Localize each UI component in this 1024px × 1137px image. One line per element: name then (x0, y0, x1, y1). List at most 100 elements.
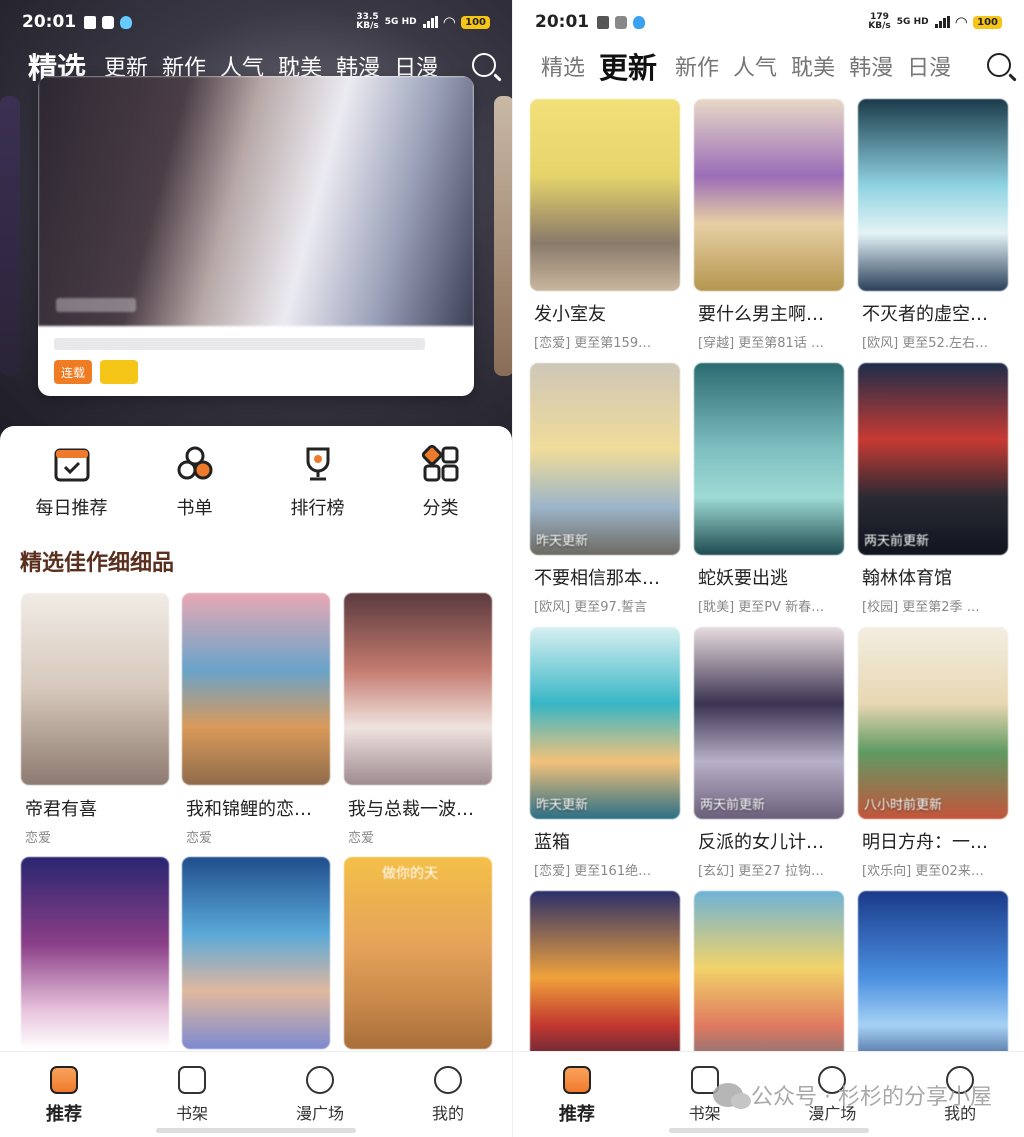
update-badge: 昨天更新 (536, 534, 589, 549)
comic-title: 我和锦鲤的恋… (186, 799, 312, 820)
quick-actions: 每日推荐 书单 排行榜 分类 (0, 444, 512, 520)
comic-card[interactable]: 蛇妖要出逃 [耽美] 更至PV 新春… (694, 363, 844, 615)
cover-title-text: 做你的天 (382, 866, 438, 882)
comic-cover (344, 593, 492, 785)
comic-card[interactable]: 我与总裁一波… 恋爱 (344, 593, 492, 846)
nav-plaza[interactable]: 漫广场 (275, 1066, 365, 1137)
notification-icon (84, 15, 97, 29)
notification-icon (597, 15, 610, 29)
bookshelf-icon (178, 1066, 206, 1094)
comic-card[interactable]: 做你的天 (344, 857, 492, 1049)
comic-cover: 昨天更新 (530, 627, 680, 819)
tab-new[interactable]: 新作 (675, 50, 719, 82)
comic-card[interactable]: 不灭者的虚空… [欧风] 更至52.左右… (858, 99, 1008, 351)
comic-title: 帝君有喜 (25, 799, 97, 820)
calendar-check-icon (52, 444, 92, 484)
comic-title: 我与总裁一波… (348, 799, 474, 820)
comic-cover (694, 363, 844, 555)
trophy-icon (298, 444, 338, 484)
nav-bookshelf[interactable]: 书架 (147, 1066, 237, 1137)
comic-title: 发小室友 (534, 304, 606, 325)
comic-card[interactable]: 昨天更新 不要相信那本… [欧风] 更至97.誓言 (530, 363, 680, 615)
update-badge: 两天前更新 (700, 798, 766, 813)
comic-card[interactable]: 帝君有喜 恋爱 (21, 593, 169, 846)
comic-update-info: [欧风] 更至52.左右… (862, 336, 988, 351)
comic-card[interactable]: 要什么男主啊… [穿越] 更至第81话 … (694, 99, 844, 351)
tab-selected[interactable]: 精选 (541, 50, 585, 82)
tab-update[interactable]: 更新 (599, 45, 657, 87)
battery-badge: 100 (461, 15, 490, 29)
comic-title: 要什么男主啊… (698, 304, 824, 325)
signal-icon (422, 16, 438, 28)
tab-japanese[interactable]: 日漫 (907, 50, 951, 82)
comic-title: 蛇妖要出逃 (698, 568, 788, 589)
update-badge: 八小时前更新 (864, 798, 943, 813)
status-time: 20:01 (535, 12, 590, 32)
comic-title: 翰林体育馆 (862, 568, 952, 589)
comic-cover (182, 593, 330, 785)
banner-artwork (38, 76, 474, 326)
wechat-watermark: 公众号 · 杉杉的分享小屋 (713, 1079, 992, 1111)
comic-card[interactable] (182, 857, 330, 1049)
net-speed: 33.5 KB/s (356, 12, 379, 31)
wifi-icon: ◠ (443, 13, 456, 31)
search-icon[interactable] (987, 53, 1011, 77)
bottom-nav: 推荐 书架 漫广场 我的 (0, 1051, 512, 1137)
comic-cover (182, 857, 330, 1049)
update-badge: 两天前更新 (864, 534, 930, 549)
comic-update-info: [恋爱] 更至161绝… (534, 864, 652, 879)
home-indicator (668, 1128, 869, 1133)
comic-cover (858, 99, 1008, 291)
qq-icon (633, 15, 646, 29)
comic-genre: 恋爱 (25, 831, 52, 846)
comic-cover: 八小时前更新 (858, 627, 1008, 819)
net-speed: 179 KB/s (868, 12, 891, 31)
comic-card[interactable]: 我和锦鲤的恋… 恋爱 (182, 593, 330, 846)
status-time: 20:01 (22, 12, 77, 32)
comic-update-info: [欧风] 更至97.誓言 (534, 600, 647, 615)
comic-title: 不要相信那本… (534, 568, 660, 589)
comic-genre: 恋爱 (348, 831, 375, 846)
prev-banner-card[interactable] (0, 96, 20, 376)
battery-badge: 100 (973, 15, 1002, 29)
signal-label: 5G HD (384, 17, 417, 27)
comic-cover (530, 99, 680, 291)
comic-cover: 昨天更新 (530, 363, 680, 555)
comic-card[interactable]: 昨天更新 蓝箱 [恋爱] 更至161绝… (530, 627, 680, 879)
banner-status-chip: 连载 (54, 360, 92, 384)
comic-update-info: [校园] 更至第2季 … (862, 600, 980, 615)
comic-cover: 两天前更新 (858, 363, 1008, 555)
comic-card[interactable]: 两天前更新 反派的女儿计… [玄幻] 更至27 拉钩… (694, 627, 844, 879)
comic-genre: 恋爱 (186, 831, 213, 846)
phone-left-recommend: 20:01 33.5 KB/s 5G HD ◠ 100 精选 更新 新作 人气 耽… (0, 0, 512, 1137)
banner-tag-chip (100, 360, 138, 384)
comic-title: 明日方舟：一… (862, 832, 988, 853)
recommend-icon (50, 1066, 78, 1094)
app-notification-icon (102, 15, 115, 29)
wifi-icon: ◠ (955, 13, 968, 31)
nav-recommend[interactable]: 推荐 (532, 1066, 622, 1137)
nav-recommend[interactable]: 推荐 (19, 1066, 109, 1137)
tab-bl[interactable]: 耽美 (791, 50, 835, 82)
signal-icon (934, 16, 950, 28)
comic-card[interactable]: 八小时前更新 明日方舟：一… [欢乐向] 更至02来… (858, 627, 1008, 879)
comic-card[interactable] (21, 857, 169, 1049)
booklist-button[interactable]: 书单 (145, 444, 245, 520)
wechat-icon (713, 1083, 752, 1109)
comic-update-info: [恋爱] 更至第159… (534, 336, 652, 351)
search-icon[interactable] (472, 53, 496, 77)
tab-popular[interactable]: 人气 (733, 50, 777, 82)
nav-profile[interactable]: 我的 (403, 1066, 493, 1137)
tab-korean[interactable]: 韩漫 (849, 50, 893, 82)
category-tabs: 精选 更新 新作 人气 耽美 韩漫 日漫 (513, 44, 1024, 88)
hero-banner[interactable]: 连载 (38, 76, 474, 396)
comic-card[interactable]: 发小室友 [恋爱] 更至第159… (530, 99, 680, 351)
signal-label: 5G HD (896, 17, 929, 27)
comic-card[interactable]: 两天前更新 翰林体育馆 [校园] 更至第2季 … (858, 363, 1008, 615)
daily-recommend-button[interactable]: 每日推荐 (22, 444, 122, 520)
comic-title: 不灭者的虚空… (862, 304, 988, 325)
comic-cover: 做你的天 (344, 857, 492, 1049)
category-button[interactable]: 分类 (391, 444, 491, 520)
ranking-button[interactable]: 排行榜 (268, 444, 368, 520)
next-banner-card[interactable] (494, 96, 512, 376)
